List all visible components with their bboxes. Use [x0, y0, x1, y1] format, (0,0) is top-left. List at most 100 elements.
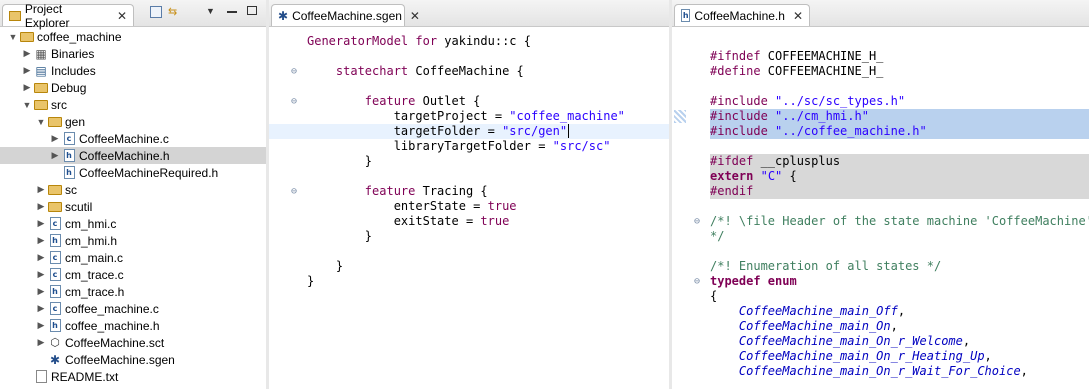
fold-toggle-icon[interactable]: ⊖ — [291, 94, 297, 109]
code-line[interactable]: /*! Enumeration of all states */ — [672, 259, 1089, 274]
tree-item[interactable]: README.txt — [0, 368, 266, 385]
code-line[interactable]: extern "C" { — [672, 169, 1089, 184]
tab-project-explorer[interactable]: Project Explorer ✕ — [2, 2, 134, 30]
code-line[interactable]: enterState = true — [269, 199, 669, 214]
tree-item[interactable]: ▶ h cm_hmi.h — [0, 232, 266, 249]
tree-item[interactable]: ▼ gen — [0, 113, 266, 130]
expanded-twisty-icon[interactable]: ▼ — [36, 117, 46, 127]
collapsed-twisty-icon[interactable]: ▶ — [50, 150, 60, 161]
code-token: , — [897, 304, 906, 318]
code-line[interactable] — [672, 244, 1089, 259]
code-line[interactable]: CoffeeMachine_main_On_r_Heating_Up, — [672, 349, 1089, 364]
code-line[interactable]: CoffeeMachine_main_Off, — [672, 304, 1089, 319]
collapsed-twisty-icon[interactable]: ▶ — [36, 286, 46, 297]
tree-item[interactable]: ▶ c cm_hmi.c — [0, 215, 266, 232]
code-line[interactable]: } — [269, 154, 669, 169]
tree-item[interactable]: ▼ coffee_machine — [0, 28, 266, 45]
expanded-twisty-icon[interactable]: ▼ — [8, 32, 18, 42]
minimize-icon[interactable] — [226, 11, 237, 13]
code-line[interactable]: } — [269, 229, 669, 244]
tree-item[interactable]: ▶ c cm_main.c — [0, 249, 266, 266]
code-line[interactable] — [269, 49, 669, 64]
code-line[interactable]: exitState = true — [269, 214, 669, 229]
link-with-editor-icon[interactable]: ⇆ — [168, 6, 182, 18]
view-menu-icon[interactable]: ▼ — [206, 6, 215, 18]
code-line[interactable]: GeneratorModel for yakindu::c { — [269, 34, 669, 49]
collapsed-twisty-icon[interactable]: ▶ — [36, 201, 46, 212]
folder-icon — [34, 98, 48, 112]
code-line[interactable]: #define COFFEEMACHINE_H_ — [672, 64, 1089, 79]
code-line[interactable] — [672, 79, 1089, 94]
code-line[interactable] — [672, 199, 1089, 214]
close-icon[interactable]: ✕ — [117, 9, 127, 23]
tree-item[interactable]: ✱ CoffeeMachine.sgen — [0, 351, 266, 368]
tree-item[interactable]: ▶ c cm_trace.c — [0, 266, 266, 283]
code-line[interactable] — [269, 169, 669, 184]
collapsed-twisty-icon[interactable]: ▶ — [36, 235, 46, 246]
code-line[interactable]: targetProject = "coffee_machine" — [269, 109, 669, 124]
code-line[interactable]: CoffeeMachine_main_On_r_Wait_For_Choice, — [672, 364, 1089, 379]
close-icon[interactable]: ✕ — [410, 9, 420, 23]
code-line[interactable]: #ifdef __cplusplus — [672, 154, 1089, 169]
collapsed-twisty-icon[interactable]: ▶ — [36, 269, 46, 280]
fold-toggle-icon[interactable]: ⊖ — [291, 64, 297, 79]
code-line[interactable] — [672, 139, 1089, 154]
close-icon[interactable]: ✕ — [793, 9, 803, 23]
code-line[interactable]: ⊖ statechart CoffeeMachine { — [269, 64, 669, 79]
fold-toggle-icon[interactable]: ⊖ — [291, 184, 297, 199]
code-line[interactable]: targetFolder = "src/gen" — [269, 124, 669, 139]
tree-item[interactable]: h CoffeeMachineRequired.h — [0, 164, 266, 181]
collapsed-twisty-icon[interactable]: ▶ — [50, 133, 60, 144]
tree-item[interactable]: ▶ c CoffeeMachine.c — [0, 130, 266, 147]
code-line[interactable]: { — [672, 289, 1089, 304]
fold-toggle-icon[interactable]: ⊖ — [694, 274, 700, 289]
collapsed-twisty-icon[interactable]: ▶ — [36, 252, 46, 263]
code-line[interactable] — [269, 244, 669, 259]
tab-coffeemachine-sgen[interactable]: ✱ CoffeeMachine.sgen ✕ — [271, 4, 420, 26]
code-token: __cplusplus — [753, 154, 841, 168]
collapsed-twisty-icon[interactable]: ▶ — [22, 65, 32, 76]
code-line[interactable]: CoffeeMachine_main_On, — [672, 319, 1089, 334]
fold-toggle-icon[interactable]: ⊖ — [694, 214, 700, 229]
code-line[interactable] — [269, 79, 669, 94]
code-line[interactable]: #ifndef COFFEEMACHINE_H_ — [672, 49, 1089, 64]
code-line[interactable]: ⊖ feature Outlet { — [269, 94, 669, 109]
maximize-icon[interactable] — [246, 6, 257, 15]
collapsed-twisty-icon[interactable]: ▶ — [22, 48, 32, 59]
code-line[interactable]: } — [269, 274, 669, 289]
code-line[interactable]: } — [269, 259, 669, 274]
tree-item[interactable]: ▶ c coffee_machine.c — [0, 300, 266, 317]
tab-coffeemachine-h[interactable]: h CoffeeMachine.h ✕ — [674, 4, 810, 26]
tree-item[interactable]: ▶ h cm_trace.h — [0, 283, 266, 300]
tree-item[interactable]: ▶ ▦ Binaries — [0, 45, 266, 62]
tree-item[interactable]: ▶ h coffee_machine.h — [0, 317, 266, 334]
collapse-all-icon[interactable] — [150, 6, 162, 18]
code-line[interactable]: ⊖ feature Tracing { — [269, 184, 669, 199]
header-editor-tabbar: h CoffeeMachine.h ✕ — [672, 0, 1089, 27]
code-token: , — [962, 334, 971, 348]
collapsed-twisty-icon[interactable]: ▶ — [36, 218, 46, 229]
collapsed-twisty-icon[interactable]: ▶ — [36, 320, 46, 331]
code-line[interactable]: ⊖ typedef enum — [672, 274, 1089, 289]
tree-item[interactable]: ▶ ▤ Includes — [0, 62, 266, 79]
code-line[interactable] — [672, 34, 1089, 49]
code-line[interactable]: #include "../sc/sc_types.h" — [672, 94, 1089, 109]
code-line[interactable]: #endif — [672, 184, 1089, 199]
tree-item[interactable]: ▶ Debug — [0, 79, 266, 96]
tree-item[interactable]: ▶ sc — [0, 181, 266, 198]
tree-item[interactable]: ▶ h CoffeeMachine.h — [0, 147, 266, 164]
code-line[interactable]: libraryTargetFolder = "src/sc" — [269, 139, 669, 154]
code-line[interactable]: #include "../cm_hmi.h" — [672, 109, 1089, 124]
collapsed-twisty-icon[interactable]: ▶ — [36, 303, 46, 314]
code-line[interactable]: #include "../coffee_machine.h" — [672, 124, 1089, 139]
expanded-twisty-icon[interactable]: ▼ — [22, 100, 32, 110]
collapsed-twisty-icon[interactable]: ▶ — [22, 82, 32, 93]
collapsed-twisty-icon[interactable]: ▶ — [36, 184, 46, 195]
tree-item[interactable]: ▶ scutil — [0, 198, 266, 215]
collapsed-twisty-icon[interactable]: ▶ — [36, 337, 46, 348]
tree-item[interactable]: ▼ src — [0, 96, 266, 113]
code-line[interactable]: */ — [672, 229, 1089, 244]
tree-item[interactable]: ▶ ⬡ CoffeeMachine.sct — [0, 334, 266, 351]
code-line[interactable]: ⊖ /*! \file Header of the state machine '… — [672, 214, 1089, 229]
code-line[interactable]: CoffeeMachine_main_On_r_Welcome, — [672, 334, 1089, 349]
